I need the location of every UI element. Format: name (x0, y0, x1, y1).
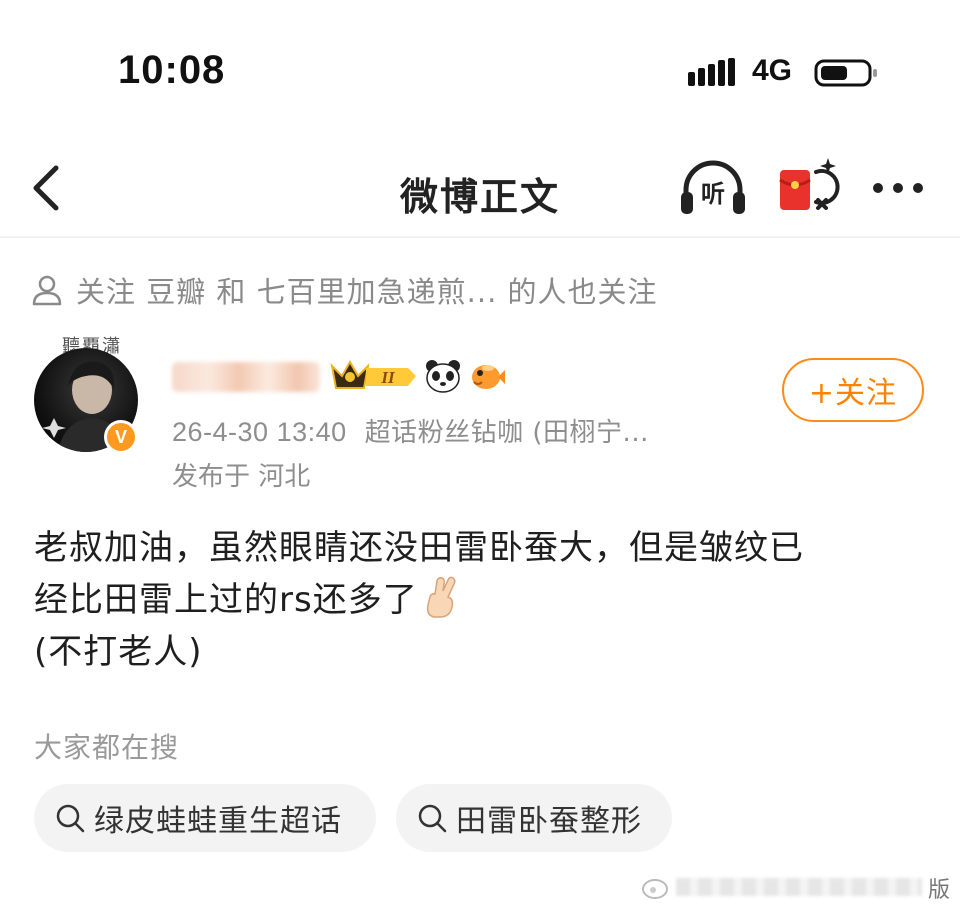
status-bar: 10:08 4G (0, 0, 960, 120)
hot-search-label: 田雷卧蚕整形 (456, 804, 642, 839)
more-icon[interactable] (868, 168, 928, 208)
pufferfish-icon (472, 365, 505, 389)
crossed-fingers-icon (426, 576, 456, 618)
listen-label: 听 (701, 180, 725, 208)
network-type: 4G (752, 54, 793, 87)
watermark: 版 (640, 872, 960, 903)
post-timestamp: 26-4-30 13:40 (172, 417, 347, 447)
post-line-3: (不打老人) (34, 632, 203, 672)
weibo-watermark-icon (642, 879, 668, 899)
post-body: 老叔加油，虽然眼睛还没田雷卧蚕大，但是皱纹已 经比田雷上过的rs还多了 (不打老… (34, 522, 934, 678)
follow-button[interactable]: +关注 (782, 358, 924, 422)
crown-badge-icon: II (330, 359, 416, 389)
red-packet-icon[interactable] (776, 156, 840, 220)
verified-badge: V (104, 420, 138, 454)
watermark-suffix: 版 (927, 878, 950, 903)
watermark-blurred-text (676, 878, 922, 896)
author-tag[interactable]: 超话粉丝钻咖 (田栩宁... (365, 418, 649, 448)
panda-icon (426, 360, 460, 393)
search-icon (56, 804, 85, 833)
hot-search-label: 绿皮蛙蛙重生超话 (94, 804, 342, 839)
battery-icon (814, 59, 877, 87)
post-line-2: 经比田雷上过的rs还多了 (34, 574, 934, 626)
post-meta: 26-4-30 13:40 超话粉丝钻咖 (田栩宁... (172, 412, 649, 449)
listen-icon: 听 (681, 160, 745, 214)
follow-hint[interactable]: 关注 豆瓣 和 七百里加急递煎... 的人也关注 (30, 268, 658, 312)
post-line-2-text: 经比田雷上过的rs还多了 (34, 580, 418, 620)
follow-hint-text: 关注 豆瓣 和 七百里加急递煎... 的人也关注 (76, 275, 658, 309)
search-icon (418, 804, 447, 833)
post-line-1: 老叔加油，虽然眼睛还没田雷卧蚕大，但是皱纹已 (34, 528, 804, 568)
signal-icon (688, 58, 735, 86)
listen-button[interactable]: 听 (678, 158, 748, 218)
user-icon (32, 275, 62, 306)
hot-search-chip[interactable]: 绿皮蛙蛙重生超话 (34, 784, 376, 852)
author-name-blurred[interactable] (172, 362, 320, 392)
status-time: 10:08 (118, 48, 226, 92)
level-badge-text: II (380, 368, 396, 387)
post-location: 发布于 河北 (172, 462, 311, 492)
nav-bar: 微博正文 听 (0, 140, 960, 238)
hot-search-chip[interactable]: 田雷卧蚕整形 (396, 784, 672, 852)
hot-search-title: 大家都在搜 (34, 731, 180, 764)
